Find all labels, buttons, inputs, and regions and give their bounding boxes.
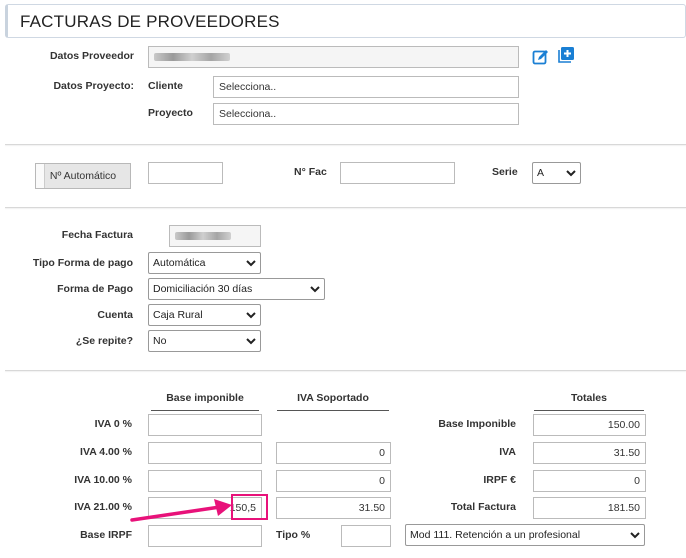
tipo-label: Tipo % xyxy=(276,529,311,541)
cuenta-label: Cuenta xyxy=(97,309,133,321)
total-factura-field[interactable]: 181.50 xyxy=(533,497,646,519)
base-irpf-label: Base IRPF xyxy=(80,529,132,541)
base-iva10-field[interactable] xyxy=(148,470,262,492)
chevron-down-icon xyxy=(310,286,320,293)
chevron-down-icon xyxy=(246,312,256,319)
iva-row-label: IVA 0 % xyxy=(94,418,132,430)
tipo-pago-label: Tipo Forma de pago xyxy=(32,257,133,269)
edit-icon[interactable] xyxy=(532,48,550,66)
repite-value: No xyxy=(153,335,167,347)
total-base-field[interactable]: 150.00 xyxy=(533,414,646,436)
auto-number-button[interactable]: Nº Automático xyxy=(35,163,131,189)
iva-row-label: IVA 21.00 % xyxy=(74,501,132,513)
proveedor-field[interactable] xyxy=(148,46,519,68)
divider xyxy=(5,370,686,371)
total-irpf-label: IRPF € xyxy=(483,474,516,486)
col-iva-soportado: IVA Soportado xyxy=(277,392,389,411)
modelo-value: Mod 111. Retención a un profesional xyxy=(410,529,581,541)
serie-value: A xyxy=(537,167,545,179)
modelo-select[interactable]: Mod 111. Retención a un profesional xyxy=(405,524,645,546)
cuenta-value: Caja Rural xyxy=(153,309,203,321)
col-base-imponible: Base imponible xyxy=(151,392,259,411)
chevron-down-icon xyxy=(246,338,256,345)
tipo-pago-select[interactable]: Automática xyxy=(148,252,261,274)
chevron-down-icon xyxy=(246,260,256,267)
proyecto-sub-label: Proyecto xyxy=(148,107,193,119)
cuota-iva10-field[interactable]: 0 xyxy=(276,470,391,492)
total-factura-label: Total Factura xyxy=(450,501,516,513)
base-iva0-field[interactable] xyxy=(148,414,262,436)
nfac-field[interactable] xyxy=(340,162,455,184)
plus-square-icon[interactable] xyxy=(557,46,575,64)
proveedor-label: Datos Proveedor xyxy=(49,50,134,62)
fecha-field[interactable] xyxy=(169,225,261,247)
col-totales: Totales xyxy=(534,392,644,411)
forma-pago-label: Forma de Pago xyxy=(57,283,133,295)
total-iva-label: IVA xyxy=(499,446,516,458)
fecha-label: Fecha Factura xyxy=(61,229,133,241)
proyecto-field[interactable]: Selecciona.. xyxy=(213,103,519,125)
chevron-down-icon xyxy=(566,170,576,177)
divider xyxy=(5,207,686,208)
page-header: FACTURAS DE PROVEEDORES xyxy=(5,4,686,38)
forma-pago-select[interactable]: Domiciliación 30 días xyxy=(148,278,325,300)
base-iva4-field[interactable] xyxy=(148,442,262,464)
tipo-field[interactable] xyxy=(341,525,391,547)
nfac-label: N° Fac xyxy=(294,166,327,178)
total-base-label: Base Imponible xyxy=(438,418,516,430)
total-irpf-field[interactable]: 0 xyxy=(533,470,646,492)
serie-label: Serie xyxy=(492,166,518,178)
page-title: FACTURAS DE PROVEEDORES xyxy=(20,12,280,31)
redacted-value xyxy=(175,232,231,241)
cuenta-select[interactable]: Caja Rural xyxy=(148,304,261,326)
total-iva-field[interactable]: 31.50 xyxy=(533,442,646,464)
repite-select[interactable]: No xyxy=(148,330,261,352)
tipo-pago-value: Automática xyxy=(153,257,206,269)
redacted-value xyxy=(154,53,230,62)
chevron-down-icon xyxy=(630,532,640,539)
cuota-iva21-field[interactable]: 31.50 xyxy=(276,497,391,519)
forma-pago-value: Domiciliación 30 días xyxy=(153,283,253,295)
iva-row-label: IVA 4.00 % xyxy=(80,446,132,458)
serie-select[interactable]: A xyxy=(532,162,581,184)
iva-row-label: IVA 10.00 % xyxy=(74,474,132,486)
divider xyxy=(5,144,686,145)
cuota-iva4-field[interactable]: 0 xyxy=(276,442,391,464)
auto-number-field[interactable] xyxy=(148,162,223,184)
cliente-field[interactable]: Selecciona.. xyxy=(213,76,519,98)
repite-label: ¿Se repite? xyxy=(75,335,133,347)
base-irpf-field[interactable] xyxy=(148,525,262,547)
proyecto-label: Datos Proyecto: xyxy=(53,80,134,92)
annotation-arrow-icon xyxy=(130,499,232,522)
cliente-label: Cliente xyxy=(148,80,184,92)
